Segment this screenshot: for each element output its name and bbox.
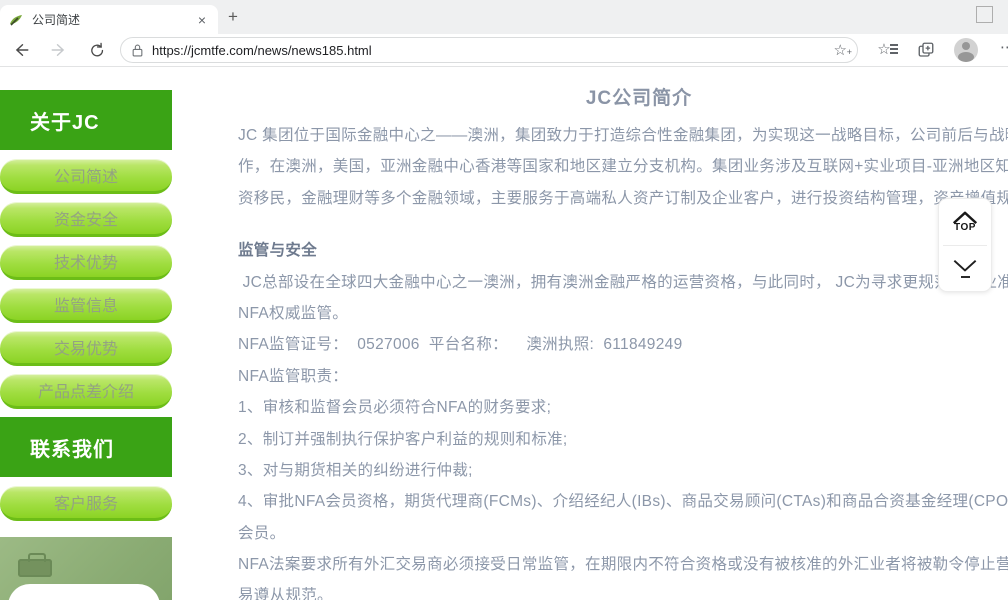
article-body: JC 集团位于国际金融中心之——澳洲，集团致力于打造综合性金融集团，为实现这一战… [238, 120, 1008, 600]
sidebar-item-about-1[interactable]: 资金安全 [0, 202, 172, 237]
favicon-icon [8, 12, 24, 28]
sidebar-item-label: 监管信息 [54, 292, 118, 316]
content-line: NFA权威监管。 [238, 298, 1008, 329]
sidebar-item-label: 产品点差介绍 [38, 378, 134, 402]
address-bar[interactable]: https://jcmtfe.com/news/news185.html ☆+ [120, 37, 858, 63]
article: JC公司简介 JC 集团位于国际金融中心之——澳洲，集团致力于打造综合性金融集团… [238, 84, 1008, 600]
promo-banner: 注册真实账户 [0, 537, 172, 600]
refresh-icon[interactable] [84, 37, 110, 63]
url-text[interactable]: https://jcmtfe.com/news/news185.html [152, 43, 834, 58]
back-icon[interactable] [8, 37, 34, 63]
favorites-icon[interactable]: ☆ [872, 38, 896, 62]
content-line: JC总部设在全球四大金融中心之一澳洲，拥有澳洲金融严格的运营资格，与此同时， J… [238, 267, 1008, 298]
content-line: 作，在澳洲，美国，亚洲金融中心香港等国家和地区建立分支机构。集团业务涉及互联网+… [238, 151, 1008, 182]
briefcase-icon [18, 559, 52, 577]
sidebar-list-contact: 客户服务 [0, 486, 172, 521]
sidebar-nav: 关于JC 公司简述资金安全技术优势监管信息交易优势产品点差介绍 联系我们 客户服… [0, 90, 172, 600]
tab-title: 公司简述 [32, 11, 194, 28]
sidebar-item-about-5[interactable]: 产品点差介绍 [0, 374, 172, 409]
scroll-to-top-button[interactable]: TOP [939, 199, 991, 245]
sidebar-item-label: 交易优势 [54, 335, 118, 359]
sidebar-item-about-4[interactable]: 交易优势 [0, 331, 172, 366]
content-line: 2、制订并强制执行保护客户利益的规则和标准; [238, 424, 1008, 455]
new-tab-icon[interactable]: + [228, 8, 238, 26]
collections-icon[interactable] [914, 38, 938, 62]
lock-icon [131, 43, 144, 58]
maximize-icon[interactable] [976, 6, 993, 23]
content-line: 资移民，金融理财等多个金融领域，主要服务于高端私人资产订制及企业客户，进行投资结… [238, 183, 1008, 214]
profile-avatar[interactable] [954, 38, 978, 62]
content-line: NFA法案要求所有外汇交易商必须接受日常监管，在期限内不符合资格或没有被核准的外… [238, 549, 1008, 580]
page-title: JC公司简介 [238, 84, 1008, 120]
more-icon[interactable]: ⋯ [1000, 38, 1008, 56]
sidebar-item-contact-0[interactable]: 客户服务 [0, 486, 172, 521]
top-label: TOP [954, 222, 976, 233]
sidebar-item-about-3[interactable]: 监管信息 [0, 288, 172, 323]
content-line: NFA监管证号： 0527006 平台名称： 澳洲执照: 611849249 [238, 329, 1008, 360]
tab-close-icon[interactable]: × [194, 13, 210, 27]
content-line: 1、审核和监督会员必须符合NFA的财务要求; [238, 392, 1008, 423]
sidebar-item-about-0[interactable]: 公司简述 [0, 159, 172, 194]
sidebar-section-contact[interactable]: 联系我们 [0, 417, 172, 477]
sidebar-section-about[interactable]: 关于JC [0, 90, 172, 150]
content-line: 4、审批NFA会员资格，期货代理商(FCMs)、介绍经纪人(IBs)、商品交易顾… [238, 486, 1008, 517]
sidebar-item-label: 技术优势 [54, 249, 118, 273]
add-favorite-icon[interactable]: ☆+ [834, 43, 847, 58]
sidebar-item-about-2[interactable]: 技术优势 [0, 245, 172, 280]
sidebar-item-label: 客户服务 [54, 490, 118, 514]
register-account-button[interactable]: 注册真实账户 [8, 584, 160, 600]
sidebar-item-label: 资金安全 [54, 206, 118, 230]
browser-toolbar: https://jcmtfe.com/news/news185.html ☆+ … [0, 34, 1008, 67]
scroll-to-bottom-button[interactable] [939, 246, 991, 292]
content-line: NFA监管职责： [238, 361, 1008, 392]
sidebar-list-about: 公司简述资金安全技术优势监管信息交易优势产品点差介绍 [0, 159, 172, 409]
scroll-widget: TOP [938, 198, 992, 292]
tab-strip: 公司简述 × + [0, 0, 1008, 34]
sidebar-item-label: 公司简述 [54, 163, 118, 187]
content-heading: 监管与安全 [238, 235, 1008, 266]
down-arrow-icon [950, 258, 980, 274]
content-line: 3、对与期货相关的纠纷进行仲裁; [238, 455, 1008, 486]
forward-icon[interactable] [46, 37, 72, 63]
web-page: 关于JC 公司简述资金安全技术优势监管信息交易优势产品点差介绍 联系我们 客户服… [0, 67, 1008, 600]
avatar [954, 38, 978, 62]
content-line: 易遵从规范。 [238, 580, 1008, 600]
content-line: JC 集团位于国际金融中心之——澳洲，集团致力于打造综合性金融集团，为实现这一战… [238, 120, 1008, 151]
browser-tab[interactable]: 公司简述 × [0, 5, 218, 34]
content-line: 会员。 [238, 518, 1008, 549]
